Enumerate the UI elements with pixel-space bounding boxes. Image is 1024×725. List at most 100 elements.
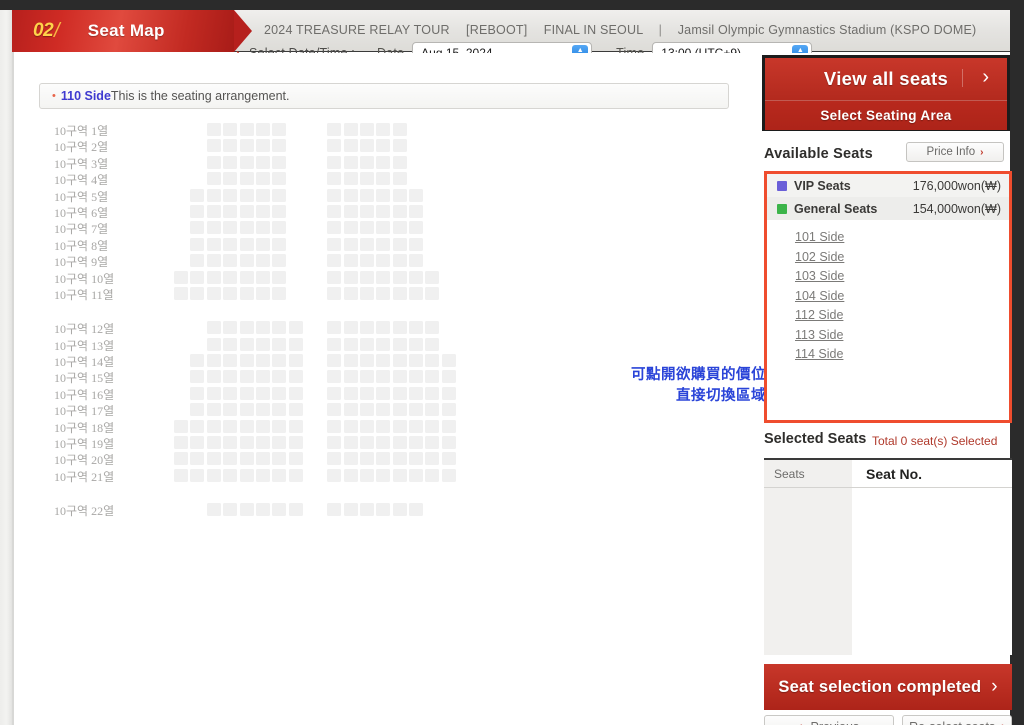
seat-cell[interactable] — [376, 189, 390, 202]
seat-cell[interactable] — [240, 271, 254, 284]
seat-cell[interactable] — [272, 452, 286, 465]
seat-cell[interactable] — [223, 172, 237, 185]
seat-cell[interactable] — [223, 436, 237, 449]
seat-cell[interactable] — [344, 123, 358, 136]
seat-cell[interactable] — [393, 338, 407, 351]
seat-cell[interactable] — [256, 503, 270, 516]
seat-cell[interactable] — [240, 139, 254, 152]
seat-cell[interactable] — [393, 321, 407, 334]
seat-cell[interactable] — [256, 321, 270, 334]
seat-cell[interactable] — [393, 287, 407, 300]
seat-cell[interactable] — [425, 387, 439, 400]
seat-cell[interactable] — [360, 205, 374, 218]
seat-cell[interactable] — [256, 254, 270, 267]
seat-cell[interactable] — [256, 123, 270, 136]
seat-cell[interactable] — [393, 420, 407, 433]
seat-cell[interactable] — [360, 354, 374, 367]
seat-cell[interactable] — [272, 370, 286, 383]
seat-cell[interactable] — [256, 139, 270, 152]
seat-cell[interactable] — [272, 238, 286, 251]
seat-cell[interactable] — [190, 370, 204, 383]
seat-cell[interactable] — [240, 403, 254, 416]
seat-cell[interactable] — [360, 123, 374, 136]
seat-cell[interactable] — [256, 238, 270, 251]
seat-cell[interactable] — [376, 403, 390, 416]
seat-cell[interactable] — [272, 287, 286, 300]
seat-cell[interactable] — [393, 503, 407, 516]
seat-cell[interactable] — [272, 436, 286, 449]
seat-cell[interactable] — [240, 189, 254, 202]
seat-cell[interactable] — [376, 387, 390, 400]
seat-cell[interactable] — [223, 139, 237, 152]
seat-cell[interactable] — [256, 338, 270, 351]
seat-cell[interactable] — [240, 452, 254, 465]
seat-cell[interactable] — [207, 123, 221, 136]
seat-cell[interactable] — [376, 271, 390, 284]
seat-cell[interactable] — [223, 503, 237, 516]
seat-cell[interactable] — [425, 354, 439, 367]
seat-cell[interactable] — [190, 189, 204, 202]
seat-cell[interactable] — [289, 436, 303, 449]
seat-cell[interactable] — [289, 354, 303, 367]
seat-cell[interactable] — [240, 123, 254, 136]
seat-cell[interactable] — [344, 205, 358, 218]
seat-cell[interactable] — [327, 387, 341, 400]
seat-row[interactable] — [174, 254, 458, 270]
seat-cell[interactable] — [272, 156, 286, 169]
seat-cell[interactable] — [327, 452, 341, 465]
seat-cell[interactable] — [442, 469, 456, 482]
seat-cell[interactable] — [425, 271, 439, 284]
seat-cell[interactable] — [376, 205, 390, 218]
seat-cell[interactable] — [409, 403, 423, 416]
seat-cell[interactable] — [207, 469, 221, 482]
seat-cell[interactable] — [327, 436, 341, 449]
seat-cell[interactable] — [393, 469, 407, 482]
seat-cell[interactable] — [376, 503, 390, 516]
seat-cell[interactable] — [393, 172, 407, 185]
seat-cell[interactable] — [256, 403, 270, 416]
seat-cell[interactable] — [207, 238, 221, 251]
seat-cell[interactable] — [409, 238, 423, 251]
seat-cell[interactable] — [190, 469, 204, 482]
seat-cell[interactable] — [344, 354, 358, 367]
seat-row[interactable] — [174, 354, 458, 370]
seat-cell[interactable] — [360, 436, 374, 449]
seat-cell[interactable] — [223, 354, 237, 367]
seat-cell[interactable] — [344, 370, 358, 383]
seat-cell[interactable] — [344, 338, 358, 351]
seat-cell[interactable] — [376, 420, 390, 433]
seat-cell[interactable] — [344, 271, 358, 284]
seat-cell[interactable] — [272, 338, 286, 351]
seat-legend-item[interactable]: General Seats154,000won(₩) — [767, 197, 1009, 220]
seat-cell[interactable] — [256, 172, 270, 185]
seat-cell[interactable] — [256, 452, 270, 465]
seat-row[interactable] — [174, 205, 458, 221]
seat-cell[interactable] — [272, 469, 286, 482]
seat-cell[interactable] — [344, 403, 358, 416]
seat-cell[interactable] — [360, 287, 374, 300]
seat-cell[interactable] — [240, 221, 254, 234]
seat-cell[interactable] — [409, 205, 423, 218]
seat-cell[interactable] — [425, 370, 439, 383]
seat-cell[interactable] — [223, 452, 237, 465]
seat-cell[interactable] — [289, 387, 303, 400]
seat-cell[interactable] — [327, 254, 341, 267]
seat-cell[interactable] — [376, 338, 390, 351]
seat-cell[interactable] — [190, 205, 204, 218]
seat-cell[interactable] — [272, 254, 286, 267]
seat-cell[interactable] — [425, 321, 439, 334]
seat-cell[interactable] — [272, 139, 286, 152]
seat-cell[interactable] — [223, 123, 237, 136]
seat-cell[interactable] — [190, 271, 204, 284]
seat-cell[interactable] — [393, 271, 407, 284]
seat-cell[interactable] — [207, 370, 221, 383]
seat-map-area[interactable]: 10구역 1열10구역 2열10구역 3열10구역 4열10구역 5열10구역 … — [14, 123, 764, 543]
seat-cell[interactable] — [207, 221, 221, 234]
seat-cell[interactable] — [240, 287, 254, 300]
seat-cell[interactable] — [393, 205, 407, 218]
seat-row[interactable] — [174, 287, 458, 303]
seating-area-link[interactable]: 103 Side — [795, 267, 1009, 287]
seat-cell[interactable] — [240, 338, 254, 351]
seat-row[interactable] — [174, 238, 458, 254]
seat-cell[interactable] — [393, 370, 407, 383]
